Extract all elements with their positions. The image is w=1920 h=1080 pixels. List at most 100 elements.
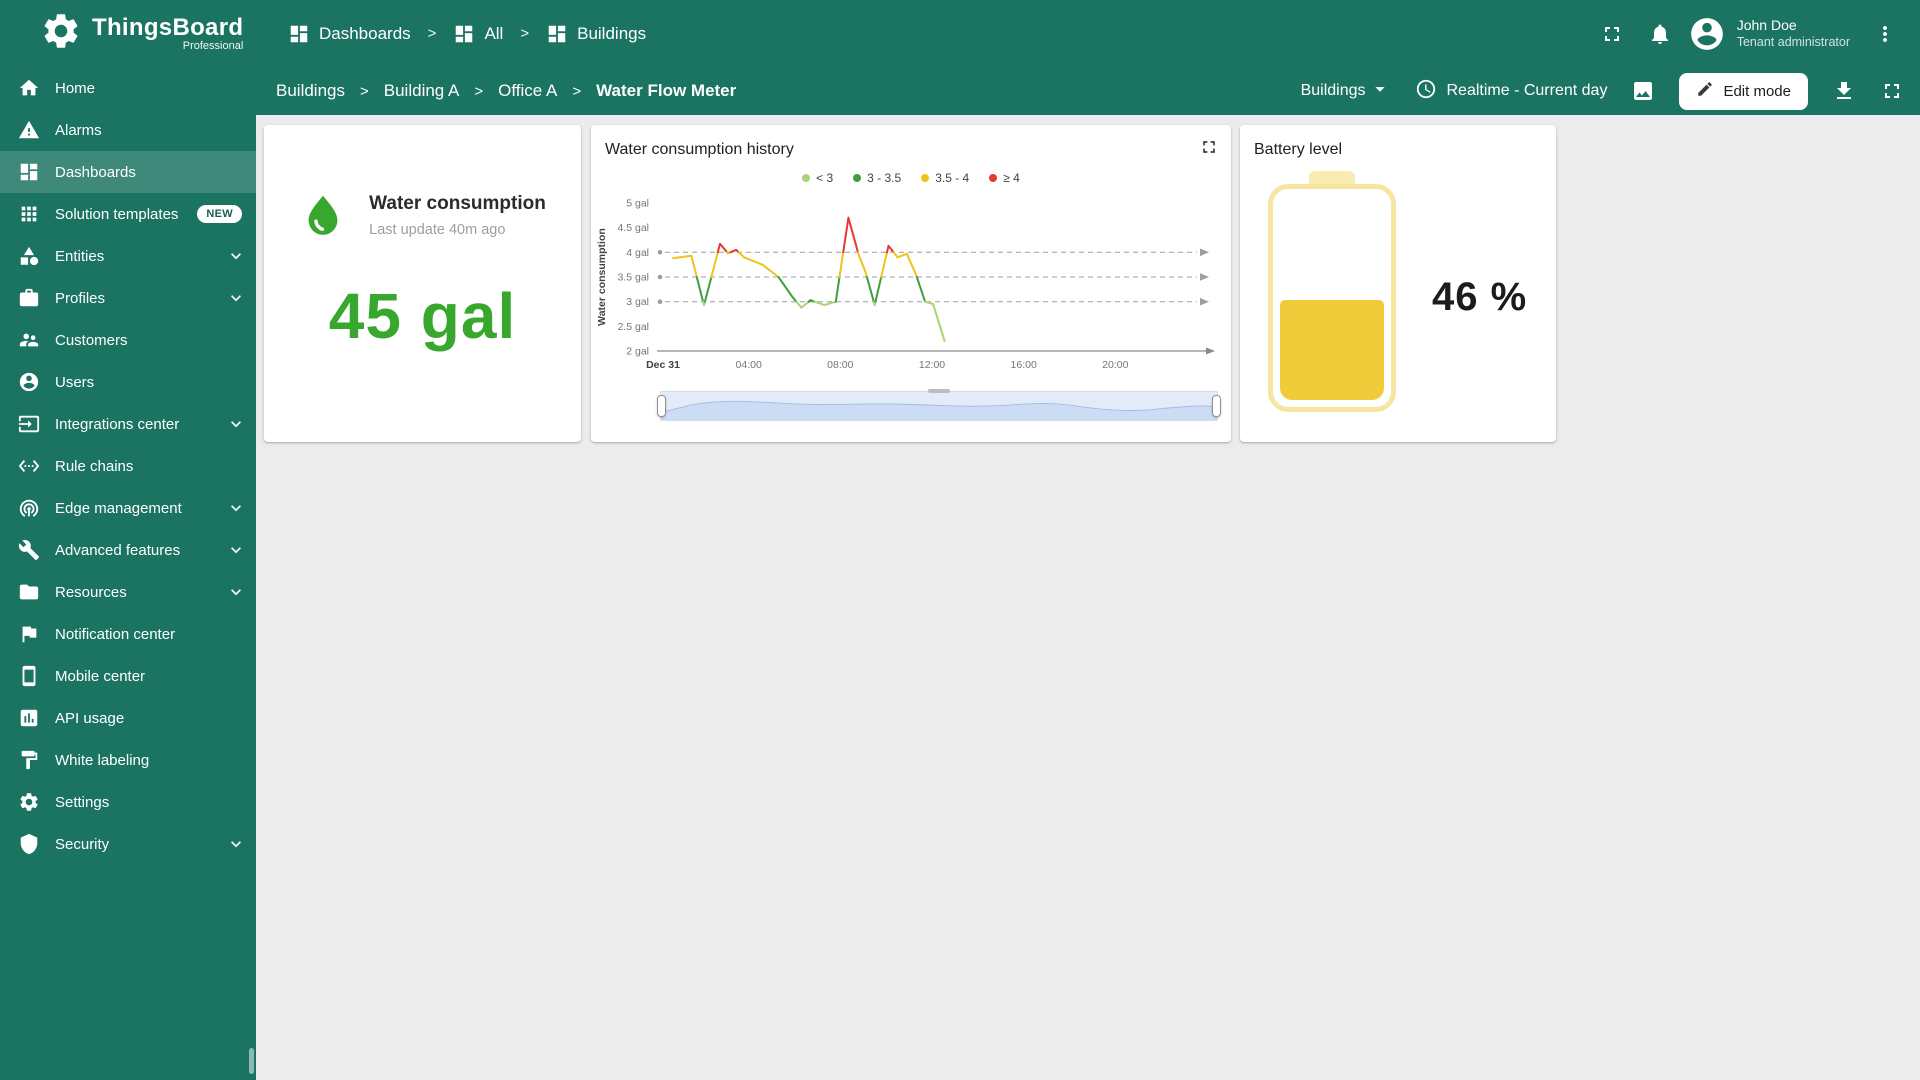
minimap-drag-handle[interactable] [928,389,950,393]
sidebar-item-api-usage[interactable]: API usage [0,697,256,739]
dashboard-toolbar: Buildings > Building A > Office A > Water Flow… [256,67,1920,115]
sidebar-item-white-labeling[interactable]: White labeling [0,739,256,781]
sidebar-item-security[interactable]: Security [0,823,256,865]
minimap-right-handle[interactable] [1212,395,1221,417]
chevron-down-icon [226,246,246,266]
breadcrumb-separator: > [427,25,437,42]
notifications-bell-icon[interactable] [1639,13,1681,55]
svg-text:2.5 gal: 2.5 gal [617,321,649,333]
sidebar-item-edge-management[interactable]: Edge management [0,487,256,529]
legend-item[interactable]: 3 - 3.5 [853,171,901,185]
user-info[interactable]: John Doe Tenant administrator [1737,16,1850,50]
chevron-down-icon [226,540,246,560]
breadcrumb-item-dashboards[interactable]: Dashboards [288,23,411,45]
sidebar-item-profiles[interactable]: Profiles [0,277,256,319]
clock-icon [1415,78,1437,105]
sidebar-item-label: Security [55,835,110,853]
sidebar-nav: Home Alarms Dashboards Solution templates NE… [0,67,256,865]
sidebar-item-label: White labeling [55,751,150,769]
entities-icon [18,245,40,267]
sidebar-item-label: Alarms [55,121,102,139]
timewindow-button[interactable]: Realtime - Current day [1415,78,1608,105]
consumption-chart[interactable]: 5 gal 4.5 gal 4 gal 3.5 gal 3 gal 2.5 gal 2 ga… [595,191,1222,387]
sidebar-item-home[interactable]: Home [0,67,256,109]
svg-text:04:00: 04:00 [736,359,762,371]
sidebar-item-solution-templates[interactable]: Solution templates NEW [0,193,256,235]
sidebar-item-label: Users [55,373,95,391]
battery-level-title: Battery level [1254,141,1343,158]
sidebar-item-entities[interactable]: Entities [0,235,256,277]
sidebar-item-label: API usage [55,709,125,727]
svg-text:4 gal: 4 gal [626,247,649,259]
expand-chart-icon[interactable] [1199,137,1219,157]
legend-label: 3 - 3.5 [867,171,902,185]
thingsboard-logo[interactable]: ThingsBoard Professional [0,10,256,57]
sidebar-item-alarms[interactable]: Alarms [0,109,256,151]
svg-text:5 gal: 5 gal [626,198,649,210]
dashboard-breadcrumb-buildings[interactable]: Buildings [276,81,345,101]
legend-dot [853,174,862,182]
svg-text:3 gal: 3 gal [626,296,649,308]
sidebar-item-resources[interactable]: Resources [0,571,256,613]
sidebar-item-notification-center[interactable]: Notification center [0,613,256,655]
legend-item[interactable]: 3.5 - 4 [921,171,969,185]
breadcrumb-separator: > [520,25,530,42]
chevron-down-icon [226,288,246,308]
integrations-icon [18,413,40,435]
legend-label: ≥ 4 [1003,171,1020,185]
chevron-down-icon [226,498,246,518]
breadcrumb-item-all[interactable]: All [453,23,503,45]
dashboard-breadcrumb: Buildings > Building A > Office A > Water Flow… [276,81,736,101]
svg-text:16:00: 16:00 [1011,359,1037,371]
api-usage-icon [18,707,40,729]
user-name: John Doe [1736,17,1797,34]
dashboard-breadcrumb-water-flow-meter[interactable]: Water Flow Meter [596,81,736,101]
dashboard-breadcrumb-office-a[interactable]: Office A [498,81,557,101]
fullscreen-icon[interactable] [1591,13,1633,55]
edit-mode-button[interactable]: Edit mode [1679,72,1808,110]
image-export-icon[interactable] [1631,79,1655,103]
sidebar-item-integrations-center[interactable]: Integrations center [0,403,256,445]
resources-icon [18,581,40,603]
download-icon[interactable] [1832,79,1856,103]
sidebar-item-customers[interactable]: Customers [0,319,256,361]
water-consumption-value: 45 gal [328,280,517,352]
sidebar-item-advanced-features[interactable]: Advanced features [0,529,256,571]
breadcrumb-separator: > [474,82,484,100]
new-badge: NEW [197,205,242,223]
legend-item[interactable]: ≥ 4 [989,171,1020,185]
svg-text:2 gal: 2 gal [626,346,649,358]
svg-text:4.5 gal: 4.5 gal [617,222,649,234]
entity-select-value: Buildings [1300,82,1366,99]
dashboard-breadcrumb-building-a[interactable]: Building A [384,81,460,101]
home-icon [18,77,40,99]
chevron-down-icon [226,834,246,854]
sidebar-item-mobile-center[interactable]: Mobile center [0,655,256,697]
sidebar-item-label: Resources [55,583,127,601]
sidebar-item-settings[interactable]: Settings [0,781,256,823]
sidebar-item-users[interactable]: Users [0,361,256,403]
toolbar-fullscreen-icon[interactable] [1880,79,1904,103]
avatar[interactable] [1687,14,1727,54]
water-drop-icon [299,191,347,239]
caret-down-icon [1369,78,1391,105]
entity-select[interactable]: Buildings [1301,78,1391,105]
chart-minimap[interactable] [657,389,1221,421]
sidebar-item-label: Advanced features [55,541,181,559]
edge-management-icon [18,497,40,519]
timewindow-label: Realtime - Current day [1446,82,1608,99]
sidebar-item-rule-chains[interactable]: Rule chains [0,445,256,487]
svg-text:08:00: 08:00 [827,359,853,371]
rule-chains-icon [18,455,40,477]
legend-item[interactable]: < 3 [802,171,833,185]
minimap-left-handle[interactable] [657,395,666,417]
sidebar-scrollbar[interactable] [249,1048,254,1074]
breadcrumb-item-buildings[interactable]: Buildings [546,23,646,45]
legend-dot [989,174,998,182]
sidebar-item-dashboards[interactable]: Dashboards [0,151,256,193]
svg-text:12:00: 12:00 [919,359,945,371]
more-menu-icon[interactable] [1864,13,1906,55]
customers-icon [18,329,40,351]
water-consumption-card: Water consumption Last update 40m ago 45… [264,125,581,442]
profiles-icon [18,287,40,309]
